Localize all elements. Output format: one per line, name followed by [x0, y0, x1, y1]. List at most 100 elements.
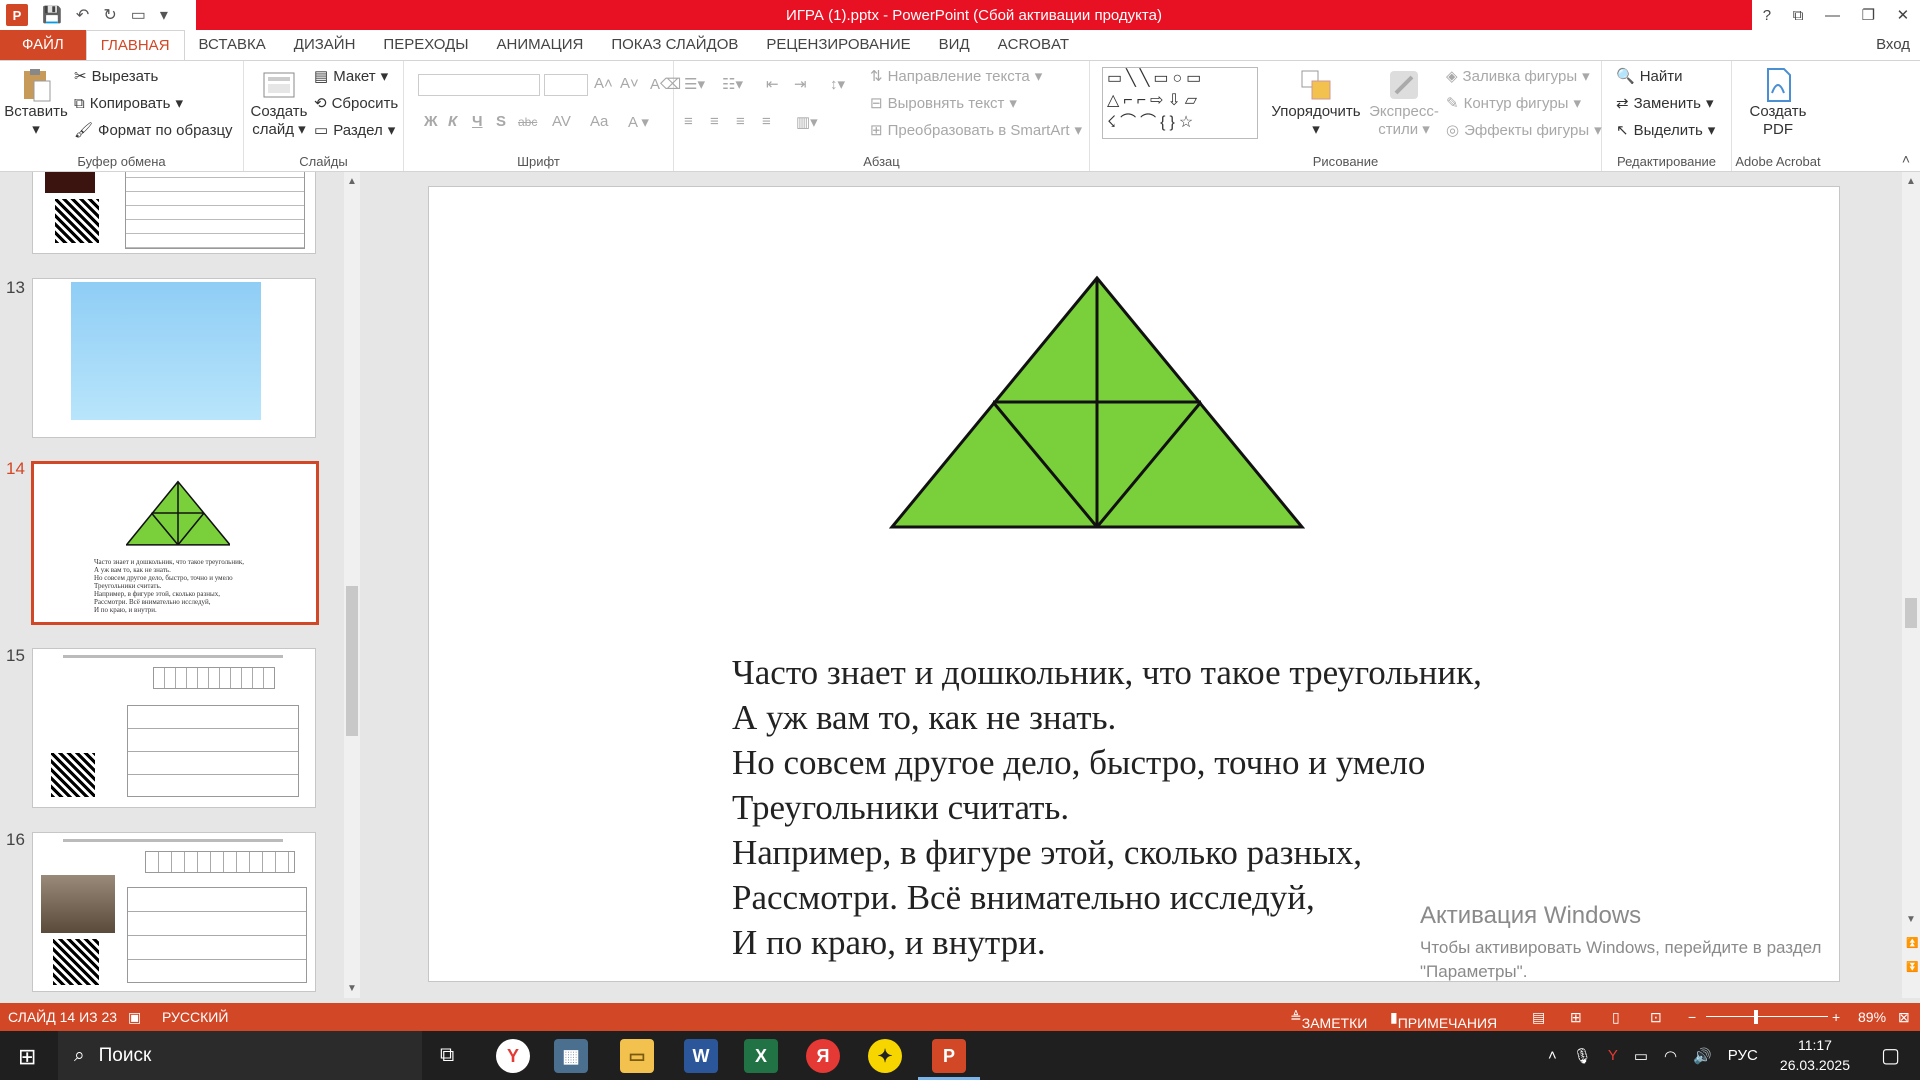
zoom-level[interactable]: 89%	[1858, 1009, 1886, 1025]
slide-thumbnail-15[interactable]	[32, 648, 316, 808]
align-right-button[interactable]: ≡	[736, 113, 745, 130]
volume-icon[interactable]: 🔊	[1693, 1047, 1712, 1065]
notifications-icon[interactable]: ▢	[1881, 1043, 1900, 1068]
section-button[interactable]: ▭ Раздел ▾	[314, 121, 395, 140]
numbering-button[interactable]: ☷▾	[722, 75, 743, 93]
minimize-button[interactable]: —	[1825, 7, 1840, 24]
reset-button[interactable]: ⟲ Сбросить	[314, 94, 398, 113]
task-view-icon[interactable]: ⧉	[440, 1044, 454, 1067]
previous-slide-icon[interactable]: ⏫	[1906, 938, 1918, 949]
close-button[interactable]: ✕	[1897, 6, 1910, 24]
font-name-dropdown[interactable]	[418, 74, 540, 96]
cut-button[interactable]: ✂ Вырезать	[74, 67, 158, 86]
shape-fill-button[interactable]: ◈ Заливка фигуры ▾	[1446, 67, 1590, 86]
smartart-button[interactable]: ⊞ Преобразовать в SmartArt ▾	[870, 121, 1082, 140]
next-slide-icon[interactable]: ⏬	[1906, 962, 1918, 973]
slideshow-icon[interactable]: ⊡	[1650, 1009, 1662, 1026]
slide-sorter-icon[interactable]: ⊞	[1570, 1009, 1582, 1026]
help-button[interactable]: ?	[1763, 7, 1771, 24]
align-center-button[interactable]: ≡	[710, 113, 719, 130]
scroll-up-icon[interactable]: ▲	[1906, 176, 1916, 187]
text-direction-button[interactable]: ⇅ Направление текста ▾	[870, 67, 1042, 86]
align-left-button[interactable]: ≡	[684, 113, 693, 130]
font-shrink-button[interactable]: A˅	[620, 75, 639, 92]
poem-textbox[interactable]: Часто знает и дошкольник, что такое треу…	[732, 650, 1482, 965]
shapes-gallery[interactable]: ▭╲╲▭○▭ △⌐⌐⇨⇩▱ ☇⌒⌒{}☆	[1102, 67, 1258, 139]
scroll-up-icon[interactable]: ▲	[347, 176, 357, 187]
spelling-icon[interactable]: ▣	[128, 1009, 141, 1026]
strikethrough-button[interactable]: abc	[518, 115, 537, 129]
shadow-button[interactable]: S	[496, 113, 506, 130]
yandex-music-icon[interactable]: ✦	[868, 1039, 902, 1073]
tab-review[interactable]: РЕЦЕНЗИРОВАНИЕ	[752, 30, 924, 60]
font-size-dropdown[interactable]	[544, 74, 588, 96]
bold-button[interactable]: Ж	[424, 113, 438, 130]
tab-view[interactable]: ВИД	[925, 30, 984, 60]
system-clock[interactable]: 11:17 26.03.2025	[1780, 1035, 1850, 1075]
shape-outline-button[interactable]: ✎ Контур фигуры ▾	[1446, 94, 1581, 113]
zoom-out-button[interactable]: −	[1688, 1009, 1696, 1025]
tab-insert[interactable]: ВСТАВКА	[185, 30, 280, 60]
new-slide-button[interactable]: Создать слайд ▾	[248, 67, 310, 139]
battery-icon[interactable]: ▭	[1634, 1047, 1648, 1065]
undo-icon[interactable]: ↶	[76, 5, 89, 25]
format-painter-button[interactable]: 🖌 Формат по образцу	[74, 121, 233, 140]
normal-view-icon[interactable]: ▤	[1532, 1009, 1545, 1026]
slide-thumbnail-13[interactable]	[32, 278, 316, 438]
slide-scrollbar[interactable]: ▲ ▼ ⏫ ⏬	[1902, 172, 1920, 998]
zoom-in-button[interactable]: +	[1832, 1009, 1840, 1025]
fit-slide-icon[interactable]: ⊠	[1898, 1009, 1910, 1026]
comments-button[interactable]: ▮ ПРИМЕЧАНИЯ	[1390, 1009, 1497, 1031]
windows-start-icon[interactable]: ⊞	[18, 1044, 36, 1070]
file-explorer-icon[interactable]: ▭	[620, 1039, 654, 1073]
italic-button[interactable]: К	[448, 113, 457, 130]
tab-home[interactable]: ГЛАВНАЯ	[85, 30, 185, 60]
create-pdf-button[interactable]: Создать PDF	[1738, 67, 1818, 139]
restore-button[interactable]: ❐	[1862, 6, 1875, 24]
copy-button[interactable]: ⧉ Копировать ▾	[74, 94, 183, 113]
tab-slideshow[interactable]: ПОКАЗ СЛАЙДОВ	[597, 30, 752, 60]
ribbon-display-button[interactable]: ⧉	[1793, 7, 1804, 24]
replace-button[interactable]: ⇄ Заменить ▾	[1616, 94, 1714, 113]
presentation-icon[interactable]: ▭	[131, 5, 146, 25]
indent-increase-button[interactable]: ⇥	[794, 75, 807, 93]
paste-button[interactable]: Вставить ▾	[4, 67, 68, 139]
tab-transitions[interactable]: ПЕРЕХОДЫ	[369, 30, 482, 60]
arrange-button[interactable]: Упорядочить ▾	[1268, 67, 1364, 139]
sign-in-link[interactable]: Вход	[1876, 30, 1910, 60]
microphone-icon[interactable]: 🎙	[1573, 1047, 1592, 1065]
change-case-button[interactable]: Aa	[590, 113, 608, 130]
wifi-icon[interactable]: ◠	[1664, 1047, 1677, 1065]
tab-file[interactable]: ФАЙЛ	[0, 30, 86, 60]
powerpoint-taskbar-icon[interactable]: P	[932, 1039, 966, 1073]
zoom-slider[interactable]	[1706, 1016, 1828, 1017]
excel-icon[interactable]: X	[744, 1039, 778, 1073]
underline-button[interactable]: Ч	[472, 113, 483, 130]
yandex-tray-icon[interactable]: Y	[1608, 1047, 1618, 1064]
notes-button[interactable]: ≜ ЗАМЕТКИ	[1290, 1009, 1367, 1031]
save-icon[interactable]: 💾	[42, 5, 62, 25]
calculator-icon[interactable]: ▦	[554, 1039, 588, 1073]
columns-button[interactable]: ▥▾	[796, 113, 818, 131]
zoom-slider-thumb[interactable]	[1754, 1010, 1758, 1024]
tab-design[interactable]: ДИЗАЙН	[280, 30, 370, 60]
redo-icon[interactable]: ↻	[103, 5, 116, 25]
tray-expand-icon[interactable]: ˄	[1548, 1047, 1557, 1064]
select-button[interactable]: ↖ Выделить ▾	[1616, 121, 1715, 140]
yandex-browser-icon[interactable]: Y	[496, 1039, 530, 1073]
collapse-ribbon-icon[interactable]: ˄	[1902, 151, 1910, 167]
keyboard-language[interactable]: РУС	[1728, 1047, 1758, 1064]
slide-thumbnail-16[interactable]	[32, 832, 316, 992]
scroll-down-icon[interactable]: ▼	[347, 983, 357, 994]
font-color-button[interactable]: A ▾	[628, 113, 649, 131]
shape-effects-button[interactable]: ◎ Эффекты фигуры ▾	[1446, 121, 1602, 140]
quick-styles-button[interactable]: Экспресс- стили ▾	[1364, 67, 1444, 139]
language-indicator[interactable]: РУССКИЙ	[162, 1009, 228, 1025]
customize-qat-icon[interactable]: ▾	[160, 5, 168, 25]
scroll-down-icon[interactable]: ▼	[1906, 914, 1916, 925]
thumbnail-scrollbar[interactable]: ▲ ▼	[344, 172, 360, 998]
align-text-button[interactable]: ⊟ Выровнять текст ▾	[870, 94, 1017, 113]
taskbar-search[interactable]: ⌕ Поиск	[58, 1031, 422, 1080]
bullets-button[interactable]: ☰▾	[684, 75, 705, 93]
indent-decrease-button[interactable]: ⇤	[766, 75, 779, 93]
